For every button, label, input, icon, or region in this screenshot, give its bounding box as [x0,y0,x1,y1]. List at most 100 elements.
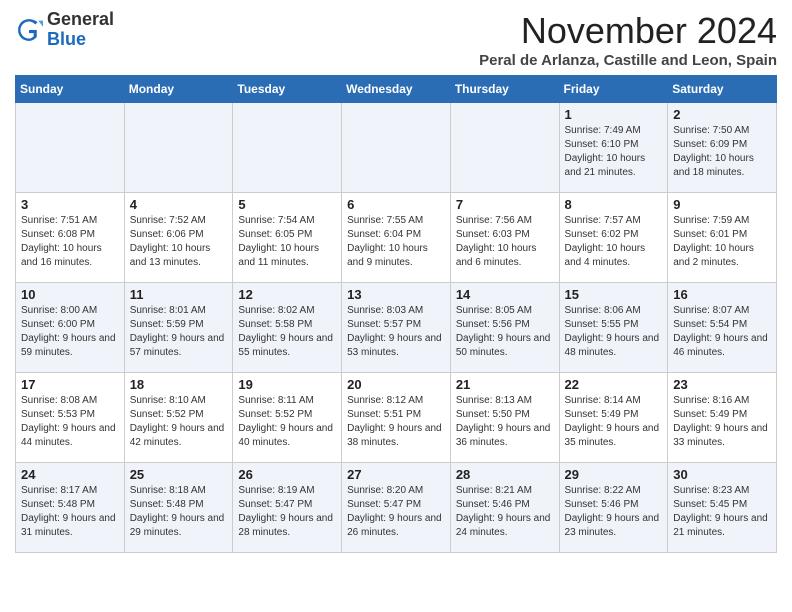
calendar-cell: 9 Sunrise: 7:59 AM Sunset: 6:01 PM Daylig… [668,193,777,283]
calendar-cell [16,103,125,193]
week-row-4: 17 Sunrise: 8:08 AM Sunset: 5:53 PM Dayli… [16,373,777,463]
calendar-cell: 28 Sunrise: 8:21 AM Sunset: 5:46 PM Dayli… [450,463,559,553]
day-info: Sunrise: 8:11 AM Sunset: 5:52 PM Dayligh… [238,394,336,450]
header-day-thursday: Thursday [450,76,559,103]
day-info: Sunrise: 7:56 AM Sunset: 6:03 PM Dayligh… [456,214,554,270]
day-number: 10 [21,287,119,302]
day-info: Sunrise: 8:19 AM Sunset: 5:47 PM Dayligh… [238,484,336,540]
calendar-cell: 5 Sunrise: 7:54 AM Sunset: 6:05 PM Daylig… [233,193,342,283]
day-number: 7 [456,197,554,212]
calendar-cell [342,103,451,193]
calendar-header: SundayMondayTuesdayWednesdayThursdayFrid… [16,76,777,103]
calendar-cell: 6 Sunrise: 7:55 AM Sunset: 6:04 PM Daylig… [342,193,451,283]
day-info: Sunrise: 7:54 AM Sunset: 6:05 PM Dayligh… [238,214,336,270]
day-number: 25 [130,467,228,482]
day-number: 11 [130,287,228,302]
logo: General Blue [15,10,114,50]
day-number: 2 [673,107,771,122]
day-number: 8 [565,197,663,212]
day-info: Sunrise: 7:55 AM Sunset: 6:04 PM Dayligh… [347,214,445,270]
calendar-cell: 11 Sunrise: 8:01 AM Sunset: 5:59 PM Dayli… [124,283,233,373]
calendar-cell: 8 Sunrise: 7:57 AM Sunset: 6:02 PM Daylig… [559,193,668,283]
calendar-cell: 25Sunrise: 8:18 AM Sunset: 5:48 PM Dayli… [124,463,233,553]
calendar-cell: 3 Sunrise: 7:51 AM Sunset: 6:08 PM Daylig… [16,193,125,283]
day-number: 15 [565,287,663,302]
day-number: 22 [565,377,663,392]
calendar-cell [124,103,233,193]
day-number: 4 [130,197,228,212]
day-info: Sunrise: 8:12 AM Sunset: 5:51 PM Dayligh… [347,394,445,450]
day-number: 28 [456,467,554,482]
calendar-cell: 18 Sunrise: 8:10 AM Sunset: 5:52 PM Dayli… [124,373,233,463]
calendar-cell: 30 Sunrise: 8:23 AM Sunset: 5:45 PM Dayli… [668,463,777,553]
logo-text: General Blue [47,10,114,50]
day-info: Sunrise: 8:20 AM Sunset: 5:47 PM Dayligh… [347,484,445,540]
calendar-cell: 21 Sunrise: 8:13 AM Sunset: 5:50 PM Dayli… [450,373,559,463]
day-info: Sunrise: 8:05 AM Sunset: 5:56 PM Dayligh… [456,304,554,360]
calendar-cell: 15Sunrise: 8:06 AM Sunset: 5:55 PM Dayli… [559,283,668,373]
day-number: 3 [21,197,119,212]
day-info: Sunrise: 8:02 AM Sunset: 5:58 PM Dayligh… [238,304,336,360]
calendar-cell: 17 Sunrise: 8:08 AM Sunset: 5:53 PM Dayli… [16,373,125,463]
day-info: Sunrise: 8:23 AM Sunset: 5:45 PM Dayligh… [673,484,771,540]
day-info: Sunrise: 8:01 AM Sunset: 5:59 PM Dayligh… [130,304,228,360]
calendar-cell: 20 Sunrise: 8:12 AM Sunset: 5:51 PM Dayli… [342,373,451,463]
calendar-cell: 14 Sunrise: 8:05 AM Sunset: 5:56 PM Dayli… [450,283,559,373]
month-title: November 2024 [479,10,777,52]
week-row-1: 1 Sunrise: 7:49 AM Sunset: 6:10 PM Daylig… [16,103,777,193]
day-number: 1 [565,107,663,122]
header-day-wednesday: Wednesday [342,76,451,103]
calendar-cell: 10Sunrise: 8:00 AM Sunset: 6:00 PM Dayli… [16,283,125,373]
page-header: General Blue November 2024 Peral de Arla… [15,10,777,69]
week-row-3: 10Sunrise: 8:00 AM Sunset: 6:00 PM Dayli… [16,283,777,373]
calendar-cell: 29Sunrise: 8:22 AM Sunset: 5:46 PM Dayli… [559,463,668,553]
day-info: Sunrise: 8:10 AM Sunset: 5:52 PM Dayligh… [130,394,228,450]
day-info: Sunrise: 8:13 AM Sunset: 5:50 PM Dayligh… [456,394,554,450]
day-info: Sunrise: 8:14 AM Sunset: 5:49 PM Dayligh… [565,394,663,450]
day-number: 21 [456,377,554,392]
calendar-cell: 13Sunrise: 8:03 AM Sunset: 5:57 PM Dayli… [342,283,451,373]
calendar-cell: 7 Sunrise: 7:56 AM Sunset: 6:03 PM Daylig… [450,193,559,283]
day-number: 26 [238,467,336,482]
week-row-2: 3 Sunrise: 7:51 AM Sunset: 6:08 PM Daylig… [16,193,777,283]
calendar-cell: 23 Sunrise: 8:16 AM Sunset: 5:49 PM Dayli… [668,373,777,463]
day-number: 5 [238,197,336,212]
day-number: 12 [238,287,336,302]
day-number: 23 [673,377,771,392]
day-number: 19 [238,377,336,392]
header-day-friday: Friday [559,76,668,103]
day-number: 16 [673,287,771,302]
title-block: November 2024 Peral de Arlanza, Castille… [479,10,777,69]
calendar-cell: 1 Sunrise: 7:49 AM Sunset: 6:10 PM Daylig… [559,103,668,193]
calendar-cell: 12 Sunrise: 8:02 AM Sunset: 5:58 PM Dayli… [233,283,342,373]
day-number: 30 [673,467,771,482]
day-number: 18 [130,377,228,392]
day-number: 20 [347,377,445,392]
header-day-tuesday: Tuesday [233,76,342,103]
header-row: SundayMondayTuesdayWednesdayThursdayFrid… [16,76,777,103]
day-number: 9 [673,197,771,212]
day-info: Sunrise: 8:16 AM Sunset: 5:49 PM Dayligh… [673,394,771,450]
week-row-5: 24Sunrise: 8:17 AM Sunset: 5:48 PM Dayli… [16,463,777,553]
calendar-cell: 4Sunrise: 7:52 AM Sunset: 6:06 PM Daylig… [124,193,233,283]
day-info: Sunrise: 8:08 AM Sunset: 5:53 PM Dayligh… [21,394,119,450]
calendar-cell: 27Sunrise: 8:20 AM Sunset: 5:47 PM Dayli… [342,463,451,553]
calendar-cell: 19 Sunrise: 8:11 AM Sunset: 5:52 PM Dayli… [233,373,342,463]
calendar-cell [233,103,342,193]
day-number: 24 [21,467,119,482]
day-info: Sunrise: 7:50 AM Sunset: 6:09 PM Dayligh… [673,124,771,180]
day-info: Sunrise: 8:03 AM Sunset: 5:57 PM Dayligh… [347,304,445,360]
calendar-cell: 16Sunrise: 8:07 AM Sunset: 5:54 PM Dayli… [668,283,777,373]
calendar-table: SundayMondayTuesdayWednesdayThursdayFrid… [15,75,777,553]
day-info: Sunrise: 8:21 AM Sunset: 5:46 PM Dayligh… [456,484,554,540]
location-subtitle: Peral de Arlanza, Castille and Leon, Spa… [479,52,777,69]
header-day-sunday: Sunday [16,76,125,103]
calendar-cell: 26 Sunrise: 8:19 AM Sunset: 5:47 PM Dayli… [233,463,342,553]
day-info: Sunrise: 7:51 AM Sunset: 6:08 PM Dayligh… [21,214,119,270]
day-number: 17 [21,377,119,392]
day-number: 14 [456,287,554,302]
day-number: 6 [347,197,445,212]
day-info: Sunrise: 7:49 AM Sunset: 6:10 PM Dayligh… [565,124,663,180]
day-info: Sunrise: 7:59 AM Sunset: 6:01 PM Dayligh… [673,214,771,270]
day-info: Sunrise: 7:57 AM Sunset: 6:02 PM Dayligh… [565,214,663,270]
